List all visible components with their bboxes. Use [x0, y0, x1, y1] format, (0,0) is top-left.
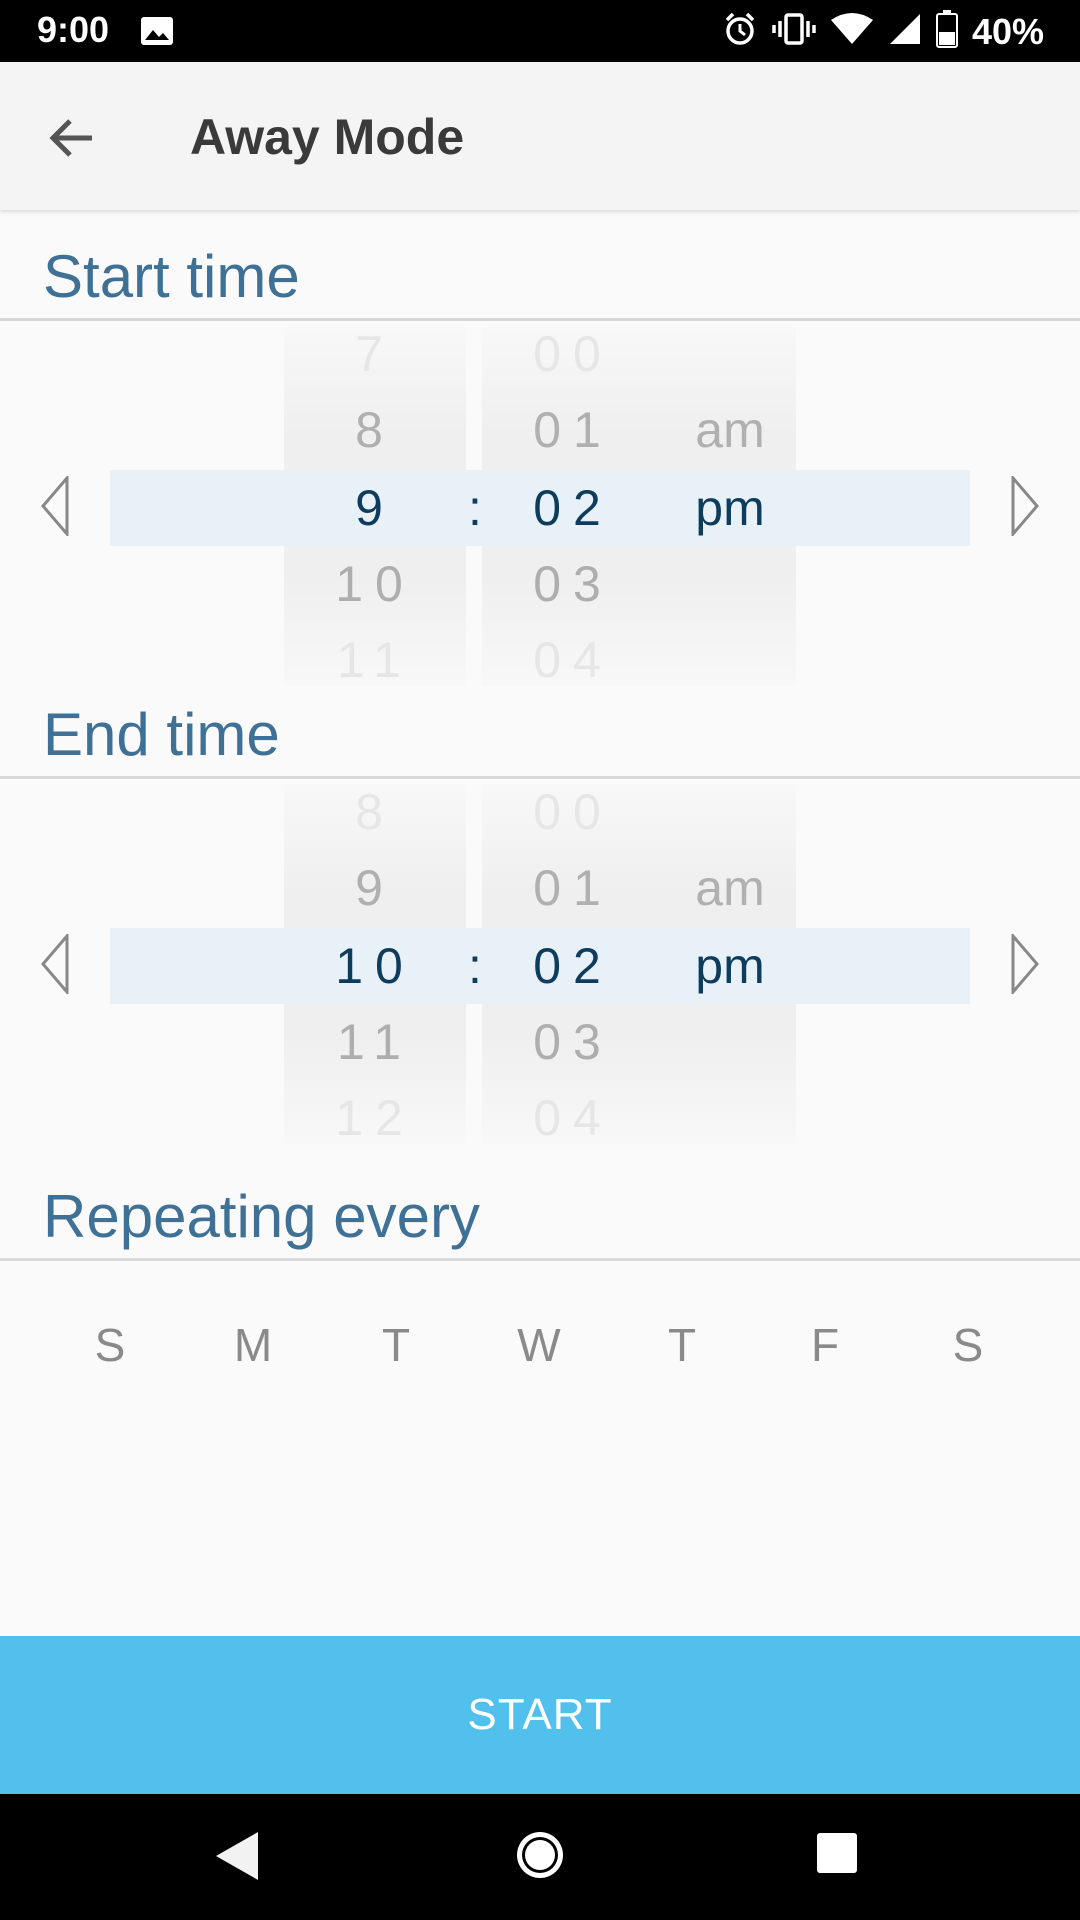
minute-option[interactable]: 04 — [482, 1080, 664, 1156]
hour-selected[interactable]: 9 — [284, 470, 466, 546]
hour-option[interactable]: 7 — [284, 316, 466, 392]
back-button[interactable] — [44, 110, 100, 166]
previous-arrow-icon[interactable] — [40, 931, 70, 999]
minute-selected[interactable]: 02 — [482, 928, 664, 1004]
end-time-title: End time — [43, 701, 280, 768]
next-arrow-icon[interactable] — [1010, 931, 1040, 999]
status-time: 9:00 — [37, 9, 110, 50]
period-selected[interactable]: pm — [664, 470, 796, 546]
hour-option[interactable]: 12 — [284, 1080, 466, 1156]
status-bar: 9:00 40% — [0, 0, 1080, 62]
hour-option[interactable]: 9 — [284, 850, 466, 926]
weekday-saturday[interactable]: S — [928, 1318, 1008, 1372]
period-option-am[interactable]: am — [664, 850, 796, 926]
battery-icon — [935, 10, 958, 53]
weekday-monday[interactable]: M — [213, 1318, 293, 1372]
vibrate-icon — [772, 11, 816, 52]
previous-arrow-icon[interactable] — [40, 473, 70, 541]
weekday-wednesday[interactable]: W — [499, 1318, 579, 1372]
battery-percent: 40% — [971, 10, 1044, 52]
minute-option[interactable]: 01 — [482, 850, 664, 926]
minute-option[interactable]: 00 — [482, 774, 664, 850]
minute-option[interactable]: 03 — [482, 546, 664, 622]
end-time-picker: 8 9 10 11 12 : 00 01 02 03 04 am pm — [0, 784, 1080, 1146]
hour-option[interactable]: 11 — [284, 622, 466, 698]
minute-option[interactable]: 01 — [482, 392, 664, 468]
hour-selected[interactable]: 10 — [284, 928, 466, 1004]
minute-selected[interactable]: 02 — [482, 470, 664, 546]
minute-option[interactable]: 00 — [482, 316, 664, 392]
hour-option[interactable]: 10 — [284, 546, 466, 622]
minute-option[interactable]: 03 — [482, 1004, 664, 1080]
cell-signal-icon — [888, 12, 922, 51]
start-button[interactable]: START — [0, 1636, 1080, 1794]
weekday-tuesday[interactable]: T — [356, 1318, 436, 1372]
alarm-icon — [722, 11, 758, 52]
app-bar: Away Mode — [0, 62, 1080, 210]
next-arrow-icon[interactable] — [1010, 473, 1040, 541]
hour-option[interactable]: 11 — [284, 1004, 466, 1080]
hour-option[interactable]: 8 — [284, 774, 466, 850]
back-arrow-icon — [49, 119, 92, 157]
weekday-thursday[interactable]: T — [642, 1318, 722, 1372]
period-option-am[interactable]: am — [664, 392, 796, 468]
period-selected[interactable]: pm — [664, 928, 796, 1004]
weekday-sunday[interactable]: S — [70, 1318, 150, 1372]
nav-back-icon[interactable] — [214, 1830, 260, 1887]
hour-option[interactable]: 8 — [284, 392, 466, 468]
weekday-friday[interactable]: F — [785, 1318, 865, 1372]
start-time-picker: 7 8 9 10 11 : 00 01 02 03 04 am pm — [0, 326, 1080, 688]
nav-recents-icon[interactable] — [816, 1832, 858, 1879]
start-button-label: START — [467, 1690, 613, 1739]
start-time-title: Start time — [43, 243, 300, 310]
minute-option[interactable]: 04 — [482, 622, 664, 698]
navigation-bar — [0, 1794, 1080, 1920]
repeat-title: Repeating every — [43, 1183, 480, 1250]
page-title: Away Mode — [190, 109, 465, 165]
image-notification-icon — [140, 16, 174, 51]
nav-home-icon[interactable] — [513, 1828, 567, 1887]
divider — [0, 1258, 1080, 1261]
wifi-icon — [830, 12, 874, 51]
